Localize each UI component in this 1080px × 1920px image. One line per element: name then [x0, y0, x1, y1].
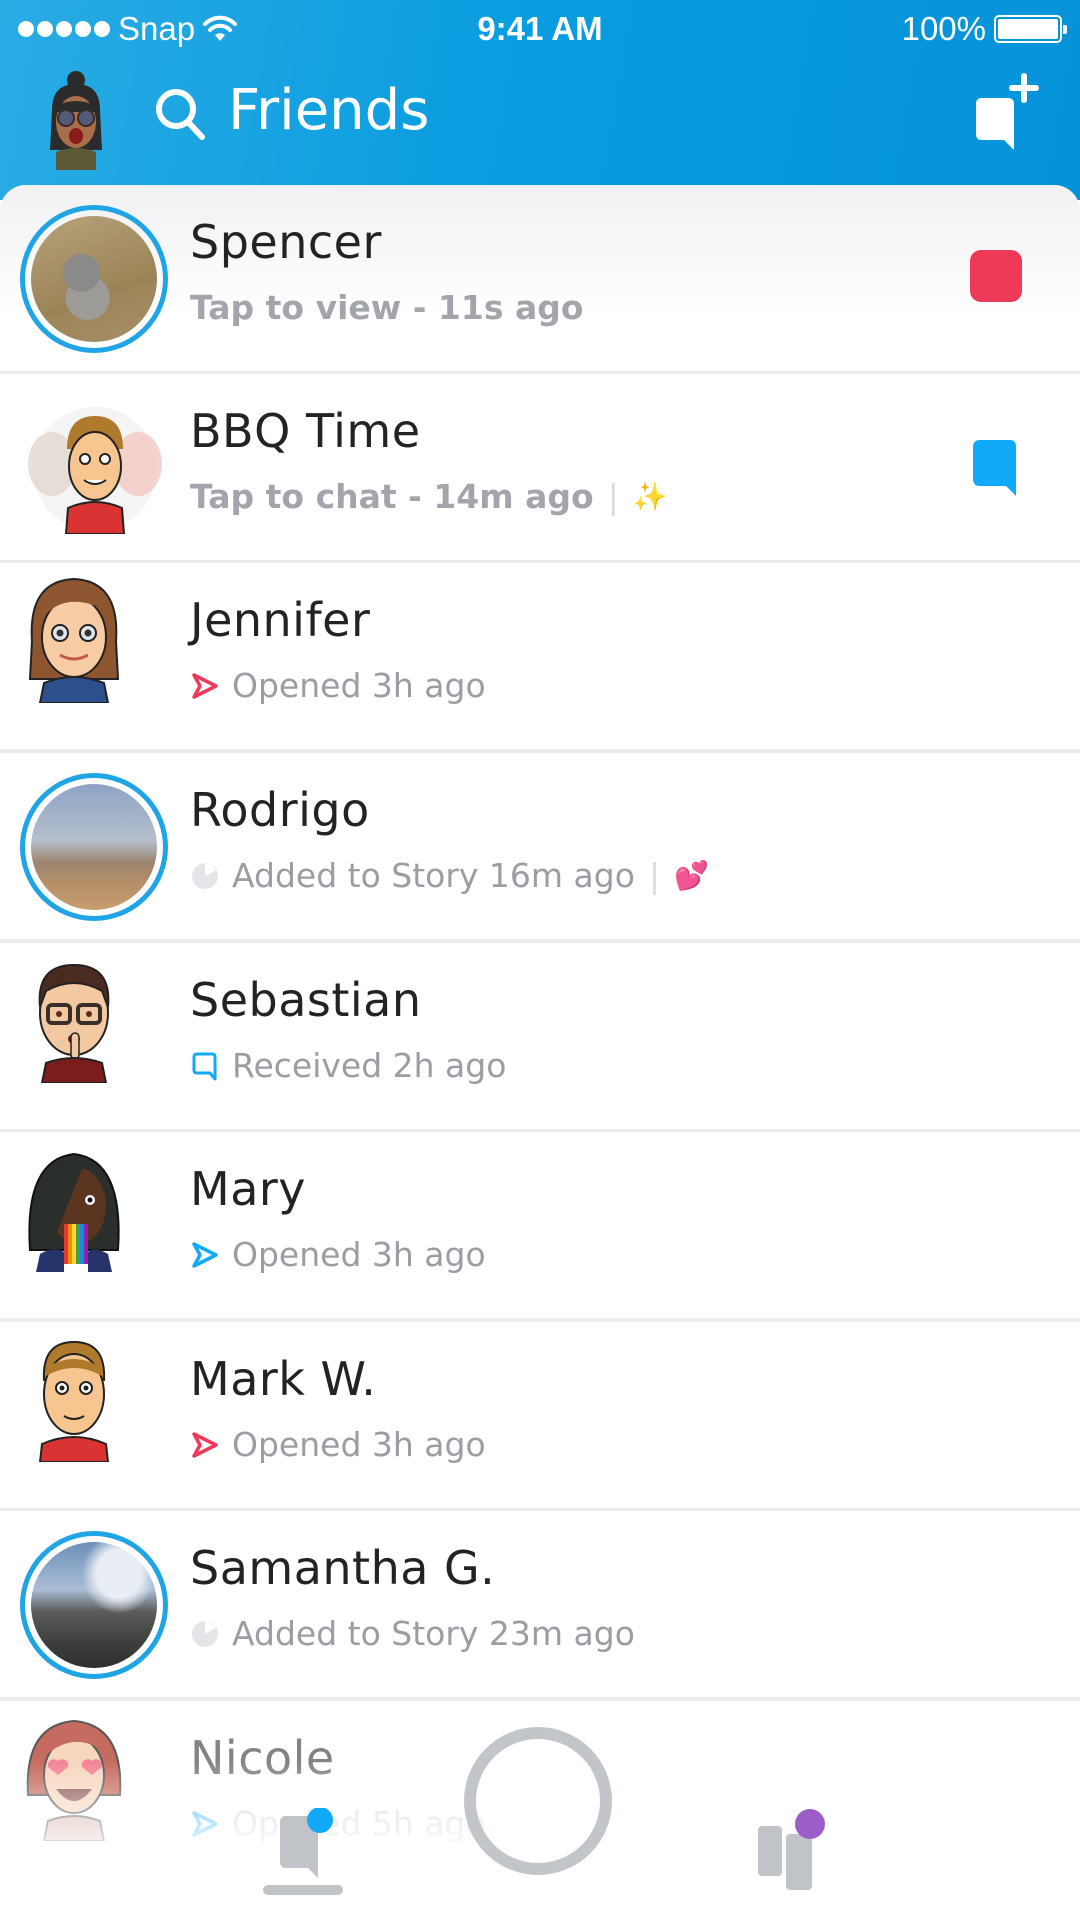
friend-row-jennifer[interactable]: Jennifer Opened 3h ago [0, 563, 1080, 753]
status-text: Opened 3h ago [232, 666, 486, 705]
friend-status: Opened 3h ago [190, 1425, 486, 1464]
carrier-name: Snap [118, 10, 196, 47]
friend-name: Jennifer [190, 593, 371, 647]
status-bar: Snap 9:41 AM 100% [0, 0, 1080, 62]
two-hearts-emoji-icon: 💕 [674, 859, 709, 892]
separator: | [607, 477, 619, 516]
friend-name: Samantha G. [190, 1541, 496, 1595]
story-ring [20, 205, 168, 353]
separator: | [648, 856, 661, 895]
group-bitmoji-avatar[interactable] [20, 404, 170, 534]
friend-status: Received 2h ago [190, 1046, 506, 1085]
story-avatar[interactable] [20, 205, 168, 353]
friend-status: Opened 3h ago [190, 666, 486, 705]
search-icon[interactable] [152, 83, 208, 143]
friend-row-sebastian[interactable]: Sebastian Received 2h ago [0, 943, 1080, 1133]
signal-strength-icon [18, 21, 110, 37]
bitmoji-avatar-sebastian[interactable] [14, 951, 134, 1083]
friend-status: Tap to chat - 14m ago | ✨ [190, 477, 668, 516]
stories-notification-dot [795, 1809, 825, 1839]
friend-row-mary[interactable]: Mary Opened 3h ago [0, 1132, 1080, 1322]
bitmoji-avatar-mary[interactable] [14, 1140, 134, 1272]
friend-row-rodrigo[interactable]: Rodrigo Added to Story 16m ago | 💕 [0, 753, 1080, 943]
story-thumbnail-desert [31, 784, 157, 910]
received-chat-icon [192, 1052, 217, 1080]
friend-status: Added to Story 23m ago [190, 1614, 635, 1653]
wifi-icon [203, 15, 238, 41]
friend-row-spencer[interactable]: Spencer Tap to view - 11s ago [0, 185, 1080, 375]
page-title[interactable]: Friends [228, 78, 429, 143]
friend-status: Added to Story 16m ago | 💕 [190, 856, 709, 895]
bitmoji-avatar-jennifer[interactable] [14, 571, 134, 703]
friend-name: Spencer [190, 215, 382, 269]
friend-row-samantha-g[interactable]: Samantha G. Added to Story 23m ago [0, 1511, 1080, 1701]
opened-snap-arrow-icon [192, 1431, 218, 1458]
friend-status: Opened 3h ago [190, 1235, 486, 1274]
app-header: Snap 9:41 AM 100% Friends [0, 0, 1080, 200]
friends-list[interactable]: Spencer Tap to view - 11s ago BBQ Time T… [0, 185, 1080, 1920]
opened-chat-arrow-icon [192, 1241, 218, 1268]
friend-name: BBQ Time [190, 404, 421, 458]
sparkles-emoji-icon: ✨ [632, 480, 668, 513]
friend-row-bbq-time[interactable]: BBQ Time Tap to chat - 14m ago | ✨ [0, 374, 1080, 564]
friend-status: Tap to view - 11s ago [190, 288, 584, 327]
story-pie-icon [192, 1620, 218, 1647]
friend-name: Rodrigo [190, 783, 370, 837]
unopened-snap-icon[interactable] [970, 245, 1022, 307]
status-text: Opened 3h ago [232, 1425, 486, 1464]
friend-name: Mary [190, 1162, 307, 1216]
unread-chat-icon[interactable] [970, 438, 1022, 500]
opened-snap-arrow-icon [192, 672, 218, 699]
status-text: Added to Story 16m ago [232, 856, 635, 895]
story-ring [20, 773, 168, 921]
new-chat-icon[interactable] [968, 70, 1048, 154]
chat-icon[interactable] [276, 1808, 346, 1888]
friend-row-mark-w[interactable]: Mark W. Opened 3h ago [0, 1322, 1080, 1512]
story-ring [20, 1531, 168, 1679]
bitmoji-avatar-mark[interactable] [14, 1330, 134, 1462]
profile-bitmoji-button[interactable] [40, 70, 112, 170]
battery-percent: 100% [901, 10, 986, 47]
story-thumbnail-dog [31, 216, 157, 342]
status-text: Tap to view - 11s ago [190, 288, 584, 327]
status-text: Received 2h ago [232, 1046, 507, 1085]
stories-icon[interactable] [754, 1806, 838, 1894]
active-tab-indicator [263, 1885, 343, 1895]
friend-name: Mark W. [190, 1352, 377, 1406]
carrier-info: Snap [18, 10, 238, 48]
battery-status: 100% [901, 10, 1067, 48]
friend-name: Sebastian [190, 973, 422, 1027]
status-text: Opened 3h ago [232, 1235, 486, 1274]
capture-button[interactable] [464, 1727, 612, 1875]
chat-notification-dot [307, 1808, 333, 1833]
story-avatar[interactable] [20, 773, 168, 921]
story-thumbnail-coast [31, 1542, 157, 1668]
story-avatar[interactable] [20, 1531, 168, 1679]
battery-icon [994, 15, 1067, 43]
story-pie-icon [192, 862, 218, 889]
status-text: Added to Story 23m ago [232, 1614, 635, 1653]
status-text: Tap to chat - 14m ago [190, 477, 594, 516]
